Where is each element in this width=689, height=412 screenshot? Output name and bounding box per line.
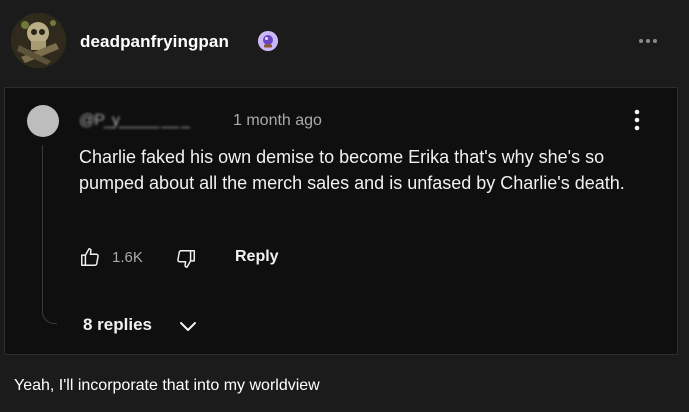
skull-art-icon: [11, 13, 66, 68]
more-horizontal-icon[interactable]: [634, 31, 662, 51]
username[interactable]: deadpanfryingpan: [80, 32, 229, 52]
more-vertical-icon[interactable]: [627, 106, 647, 136]
avatar[interactable]: [11, 13, 66, 68]
comment-text: Charlie faked his own demise to become E…: [79, 147, 625, 193]
chevron-down-icon[interactable]: [177, 317, 199, 337]
post-caption: Yeah, I'll incorporate that into my worl…: [14, 377, 320, 394]
reply-thread-line: [42, 145, 57, 324]
crystal-ball-icon: [258, 31, 278, 51]
replies-toggle[interactable]: 8 replies: [83, 315, 152, 335]
commenter-avatar: [27, 105, 59, 137]
thumbs-up-icon[interactable]: [79, 246, 101, 268]
reply-button[interactable]: Reply: [235, 248, 279, 266]
youtube-comment-screenshot: @P_y_____ __ _ 1 month ago Charlie faked…: [4, 87, 678, 355]
comment-timestamp: 1 month ago: [233, 112, 322, 129]
like-count: 1.6K: [112, 249, 143, 266]
thumbs-down-icon[interactable]: [175, 248, 197, 270]
post-header: deadpanfryingpan: [0, 0, 689, 85]
comment-handle: @P_y_____ __ _: [79, 112, 190, 129]
